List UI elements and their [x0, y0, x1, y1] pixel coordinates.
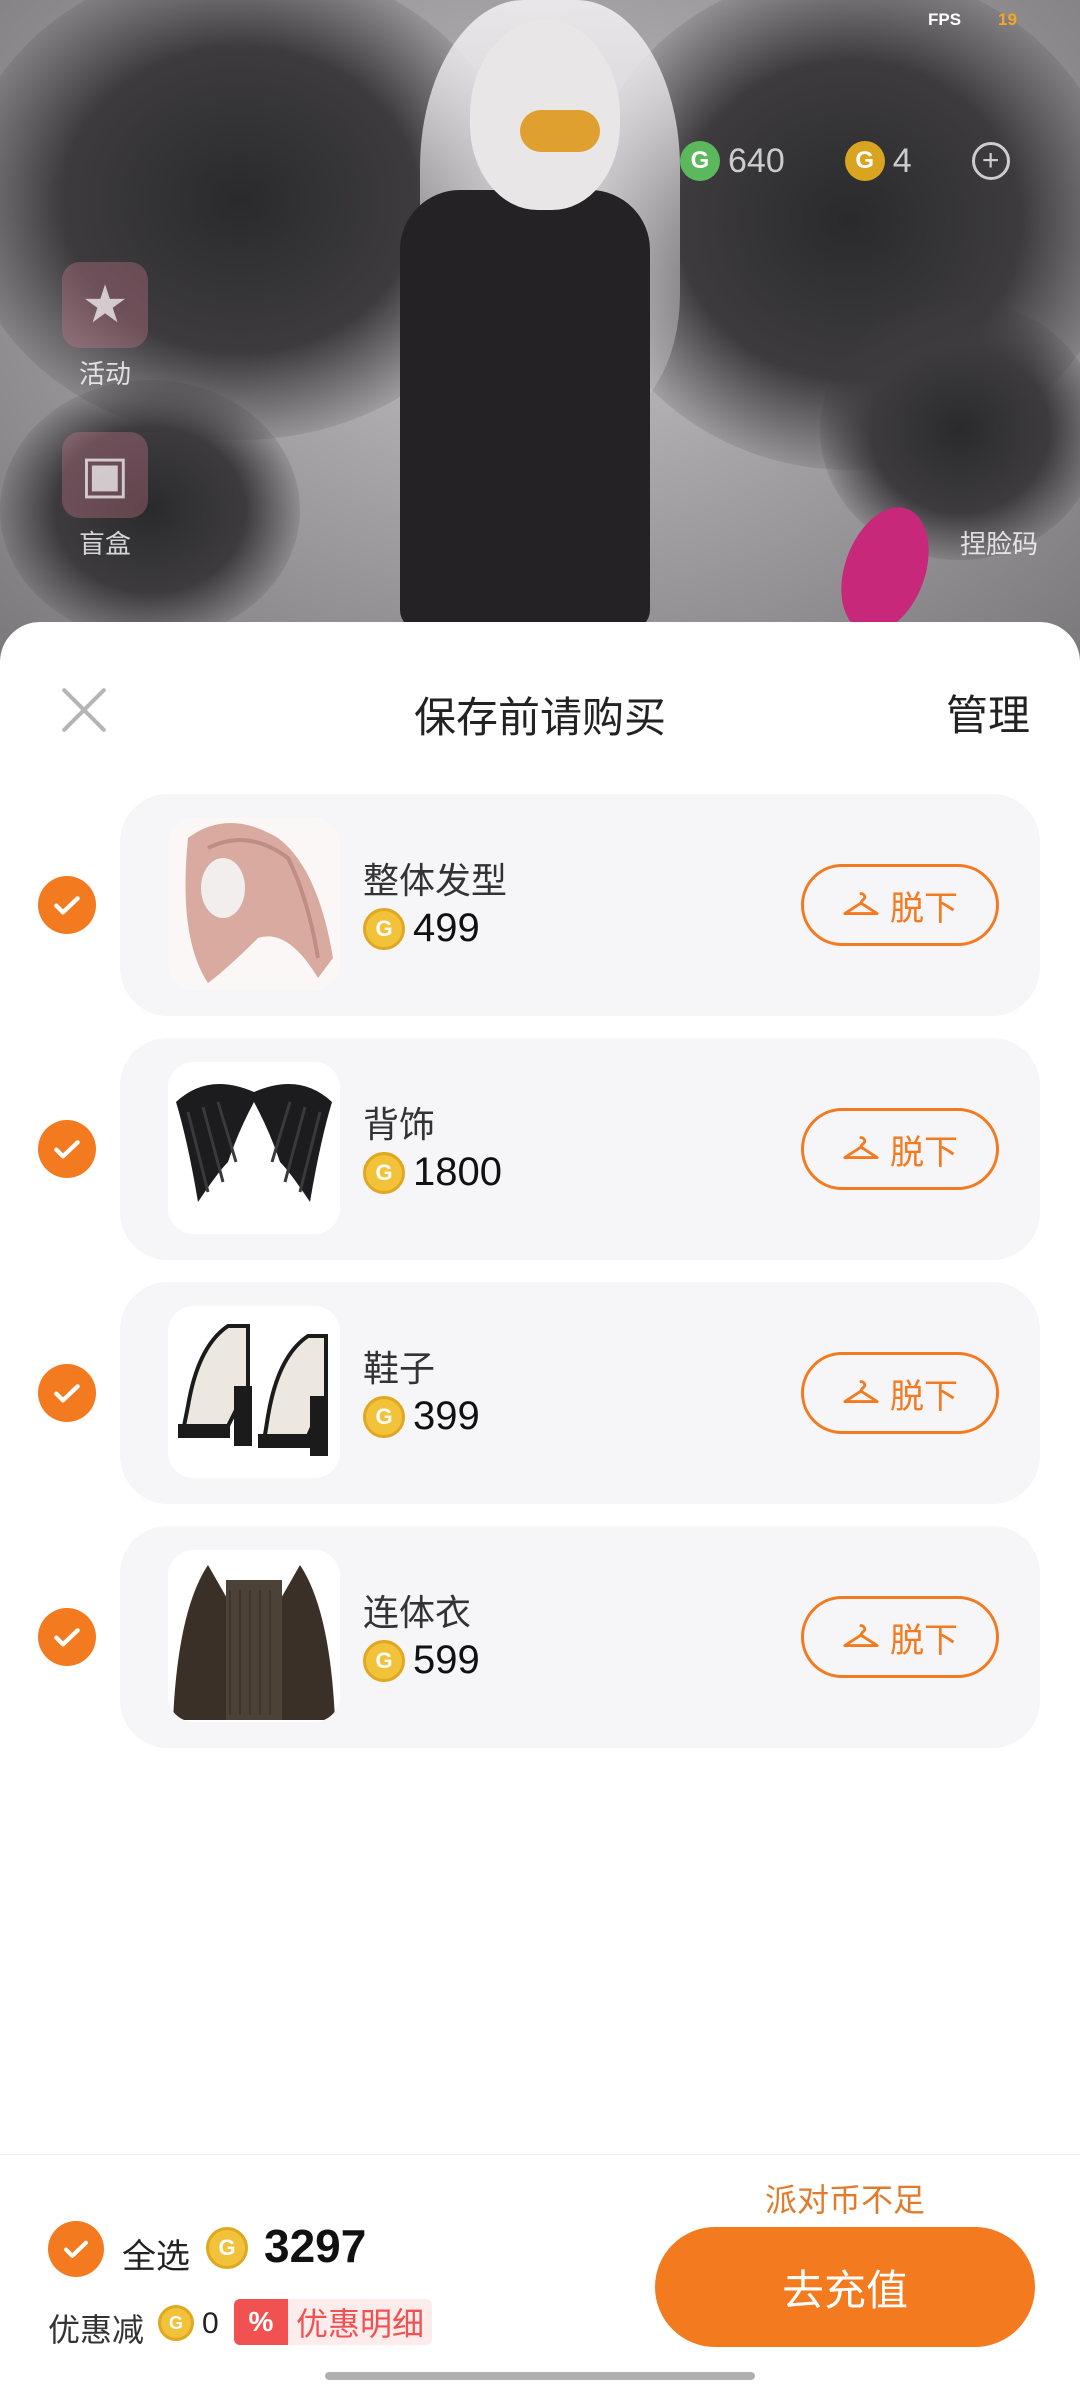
checkmark-icon — [64, 2240, 88, 2258]
wing-lower-right-decor — [820, 300, 1080, 560]
blindbox-label: 盲盒 — [78, 529, 131, 559]
select-all-checkbox[interactable] — [48, 2221, 104, 2277]
coin-icon: G — [206, 2227, 248, 2269]
wings-thumbnail — [168, 1062, 340, 1234]
manage-button[interactable]: 管理 — [946, 682, 1030, 743]
discount-label: 优惠减 — [48, 2312, 145, 2348]
discount-detail-button[interactable]: % 优惠明细 — [234, 2299, 433, 2345]
gift-box-icon: ▣ — [62, 432, 148, 518]
take-off-label: 脱下 — [890, 1377, 958, 1416]
item-checkbox[interactable] — [38, 1608, 96, 1666]
item-card: 整体发型 G 499 脱下 — [120, 794, 1040, 1016]
gold-coin-balance: 4 — [892, 141, 912, 180]
fps-label: FPS — [928, 10, 962, 29]
checkmark-icon — [54, 1140, 80, 1159]
checkmark-icon — [54, 1384, 80, 1403]
list-item: 连体衣 G 599 脱下 — [0, 1526, 1080, 1748]
hanger-icon — [843, 1136, 879, 1159]
green-coin-balance: 640 — [728, 141, 785, 180]
g-coin-icon: G — [680, 141, 720, 181]
take-off-label: 脱下 — [890, 1133, 958, 1172]
discount-detail-label: 优惠明细 — [296, 2306, 425, 2342]
item-card: 鞋子 G 399 脱下 — [120, 1282, 1040, 1504]
avatar-body — [400, 190, 650, 630]
coin-icon: G — [363, 1639, 405, 1682]
activity-label: 活动 — [78, 359, 131, 389]
sheet-header: 保存前请购买 管理 — [0, 622, 1080, 802]
home-indicator — [325, 2372, 755, 2380]
item-price-row: G 399 — [363, 1394, 480, 1439]
add-coin-button[interactable]: + — [971, 142, 1010, 180]
item-price: 1800 — [413, 1150, 502, 1194]
item-name: 连体衣 — [363, 1592, 472, 1633]
star-icon: ★ — [62, 262, 148, 348]
hanger-icon — [843, 1380, 879, 1403]
recharge-button[interactable]: 去充值 — [655, 2227, 1035, 2347]
item-price: 399 — [413, 1394, 480, 1438]
take-off-button[interactable]: 脱下 — [801, 1108, 999, 1190]
hanger-icon — [843, 1624, 879, 1647]
checkmark-icon — [54, 896, 80, 915]
coin-icon: G — [363, 907, 405, 950]
list-item: 鞋子 G 399 脱下 — [0, 1282, 1080, 1504]
item-name: 整体发型 — [363, 860, 508, 901]
wallet-bar: G 640 G 4 + — [680, 138, 1010, 184]
hanger-icon — [843, 892, 879, 915]
game-scene — [0, 0, 1080, 660]
list-item: 背饰 G 1800 脱下 — [0, 1038, 1080, 1260]
shoes-thumbnail — [168, 1306, 340, 1478]
take-off-label: 脱下 — [890, 1621, 958, 1660]
avatar-mask — [520, 110, 600, 152]
gold-coin-icon: G — [844, 141, 885, 181]
item-card: 背饰 G 1800 脱下 — [120, 1038, 1040, 1260]
sheet-title: 保存前请购买 — [413, 694, 666, 741]
fps-value: 19 — [998, 10, 1017, 29]
item-checkbox[interactable] — [38, 1364, 96, 1422]
coin-icon: G — [363, 1395, 405, 1438]
item-checkbox[interactable] — [38, 1120, 96, 1178]
item-checkbox[interactable] — [38, 876, 96, 934]
wing-lower-left-decor — [0, 380, 300, 640]
checkout-footer: 派对币不足 全选 G 3297 优惠减 G 0 % 优惠明细 去充值 — [0, 2154, 1080, 2388]
coin-icon: G — [158, 2305, 194, 2341]
select-all-label[interactable]: 全选 — [122, 2229, 190, 2278]
activity-button[interactable]: ★ 活动 — [62, 262, 148, 391]
percent-icon: % — [234, 2299, 288, 2345]
item-price-row: G 499 — [363, 906, 480, 951]
take-off-label: 脱下 — [890, 889, 958, 928]
item-name: 背饰 — [363, 1104, 436, 1145]
item-price-row: G 1800 — [363, 1150, 502, 1195]
item-card: 连体衣 G 599 脱下 — [120, 1526, 1040, 1748]
list-item: 整体发型 G 499 脱下 — [0, 794, 1080, 1016]
item-price: 599 — [413, 1638, 480, 1682]
coin-icon: G — [363, 1151, 405, 1194]
blindbox-button[interactable]: ▣ 盲盒 — [62, 432, 148, 561]
take-off-button[interactable]: 脱下 — [801, 1596, 999, 1678]
take-off-button[interactable]: 脱下 — [801, 1352, 999, 1434]
face-code-label: 捏脸码 — [960, 529, 1039, 559]
hairstyle-thumbnail — [168, 818, 340, 990]
purchase-sheet: 保存前请购买 管理 整体发型 G 499 脱下 背饰 G 1800 脱下 鞋子 … — [0, 622, 1080, 2388]
insufficient-coins-text: 派对币不足 — [765, 2182, 926, 2218]
discount-value: 0 — [202, 2307, 219, 2340]
total-price: 3297 — [264, 2220, 367, 2272]
item-name: 鞋子 — [363, 1348, 436, 1389]
item-price-row: G 599 — [363, 1638, 480, 1683]
face-code-button[interactable]: 捏脸码 — [960, 524, 1038, 561]
take-off-button[interactable]: 脱下 — [801, 864, 999, 946]
item-price: 499 — [413, 906, 480, 950]
checkmark-icon — [54, 1628, 80, 1647]
jumpsuit-thumbnail — [168, 1550, 340, 1722]
